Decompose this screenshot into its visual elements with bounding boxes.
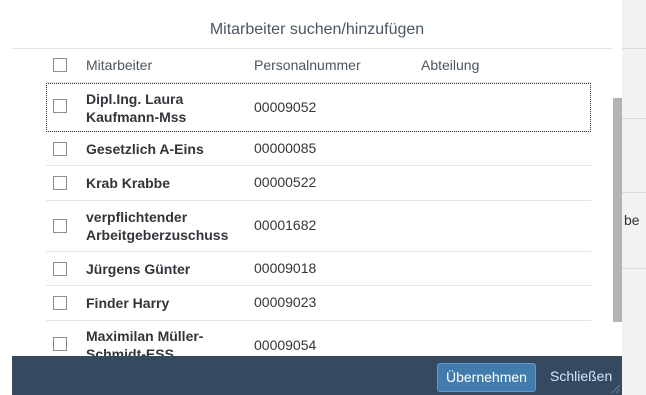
dialog-footer: Übernehmen Schließen [12, 356, 622, 395]
row-checkbox[interactable] [53, 219, 67, 233]
table-row[interactable]: verpflichtender Arbeitgeberzuschuss 0000… [46, 201, 591, 252]
employee-name: Dipl.Ing. Laura Kaufmann-Mss [86, 91, 187, 125]
employee-name: Finder Harry [86, 295, 170, 311]
row-checkbox[interactable] [53, 337, 67, 351]
table-row[interactable]: Maximilan Müller-Schmidt-ESS 00009054 [46, 321, 591, 362]
background-divider [622, 192, 646, 193]
employee-name: Krab Krabbe [86, 175, 171, 191]
row-checkbox[interactable] [53, 296, 67, 310]
employee-number: 00009023 [254, 294, 317, 310]
employee-number: 00009018 [254, 260, 317, 276]
table-row[interactable]: Finder Harry 00009023 [46, 286, 591, 321]
column-header-employee[interactable]: Mitarbeiter [86, 57, 152, 73]
employee-name: Jürgens Günter [86, 261, 191, 277]
select-all-checkbox[interactable] [53, 58, 67, 72]
background-divider [622, 268, 646, 269]
apply-button[interactable]: Übernehmen [437, 363, 536, 392]
resize-handle-icon[interactable] [612, 385, 620, 393]
background-app: be [622, 0, 646, 395]
dialog-title: Mitarbeiter suchen/hinzufügen [12, 0, 622, 49]
row-checkbox[interactable] [53, 176, 67, 190]
row-checkbox[interactable] [53, 99, 67, 113]
employee-number: 00009052 [254, 99, 317, 115]
row-checkbox[interactable] [53, 142, 67, 156]
column-header-number[interactable]: Personalnummer [254, 57, 361, 73]
table-header: Mitarbeiter Personalnummer Abteilung [46, 48, 591, 83]
employee-number: 00000522 [254, 174, 317, 190]
close-button[interactable]: Schließen [550, 363, 612, 390]
column-header-department[interactable]: Abteilung [421, 57, 479, 73]
employee-name: Gesetzlich A-Eins [86, 141, 204, 157]
table-row[interactable]: Jürgens Günter 00009018 [46, 252, 591, 286]
background-divider [622, 118, 646, 119]
employee-number: 00009054 [254, 337, 317, 353]
employee-number: 00001682 [254, 217, 317, 233]
row-checkbox[interactable] [53, 262, 67, 276]
table-row[interactable]: Krab Krabbe 00000522 [46, 166, 591, 201]
table-row[interactable]: Dipl.Ing. Laura Kaufmann-Mss 00009052 [46, 83, 591, 132]
scrollbar-thumb[interactable] [613, 98, 622, 322]
table-row[interactable]: Gesetzlich A-Eins 00000085 [46, 132, 591, 166]
employee-search-dialog: Mitarbeiter suchen/hinzufügen Mitarbeite… [12, 0, 622, 395]
employee-table: Mitarbeiter Personalnummer Abteilung Dip… [46, 48, 591, 362]
employee-number: 00000085 [254, 140, 317, 156]
background-divider [622, 48, 646, 49]
background-text: be [624, 212, 640, 228]
employee-name: verpflichtender Arbeitgeberzuschuss [86, 209, 229, 243]
